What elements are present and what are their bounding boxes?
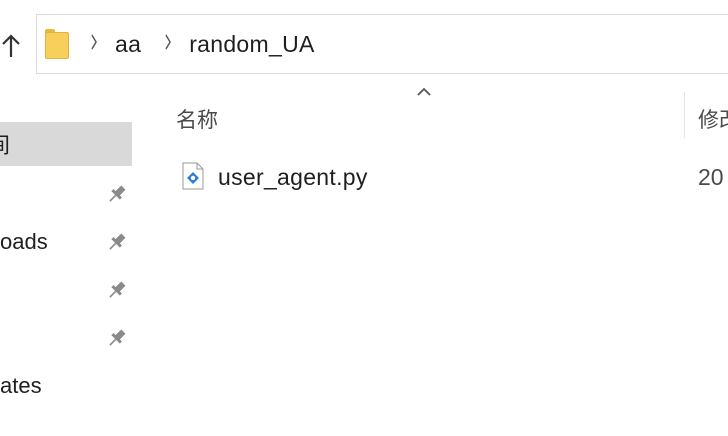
pin-icon[interactable] [106,183,128,205]
nav-item-templates[interactable]: ates [0,364,132,408]
column-header-date-modified[interactable]: 修改 [698,104,728,134]
breadcrumb-aa[interactable]: aa [115,31,141,58]
nav-item-label: ates [0,373,42,398]
nav-item-selected[interactable]: 间 [0,122,132,166]
file-date-modified: 20 [698,164,724,190]
chevron-right-icon[interactable] [165,33,172,55]
pin-icon[interactable] [106,231,128,253]
sort-ascending-icon[interactable] [414,84,434,100]
nav-item-label: oads [0,229,48,254]
file-explorer-window: aa random_UA 间 oads [0,0,728,436]
pin-icon[interactable] [106,327,128,349]
nav-item-downloads[interactable]: oads [0,220,132,264]
breadcrumb-random-ua[interactable]: random_UA [189,31,314,58]
column-header-name[interactable]: 名称 [176,104,218,134]
nav-item-pinned-1[interactable] [0,172,132,216]
toolbar: aa random_UA [0,0,728,92]
nav-item-pinned-3[interactable] [0,268,132,312]
column-divider[interactable] [684,92,685,138]
chevron-right-icon[interactable] [91,33,98,55]
nav-item-label: 间 [0,128,10,160]
file-name: user_agent.py [218,164,368,190]
address-bar[interactable]: aa random_UA [36,14,728,74]
python-file-icon [182,162,204,190]
pin-icon[interactable] [106,279,128,301]
file-row[interactable]: user_agent.py 20 [164,154,728,200]
folder-icon [45,29,71,59]
nav-item-pinned-4[interactable] [0,316,132,360]
up-arrow-icon[interactable] [0,28,24,64]
navigation-pane: 间 oads [0,92,136,436]
